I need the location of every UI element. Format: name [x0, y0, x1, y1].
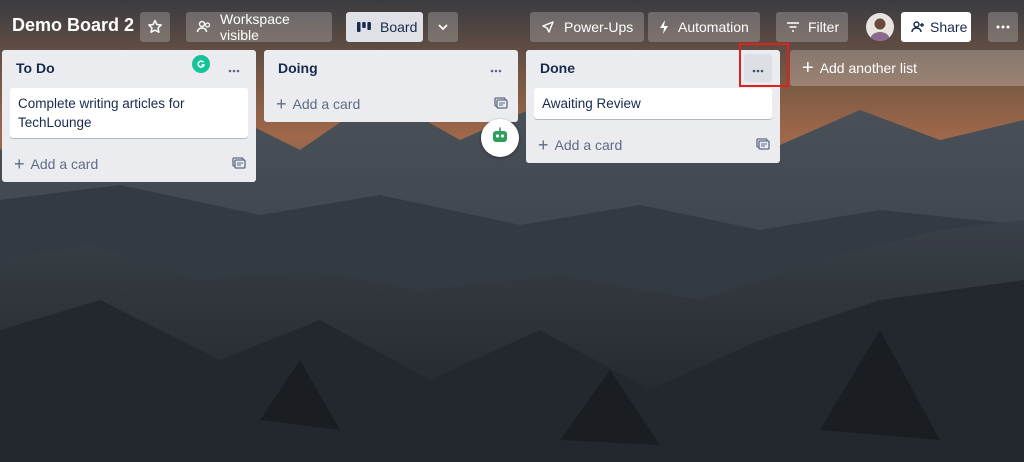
view-dropdown-button[interactable]: [428, 12, 458, 42]
filter-icon: [786, 20, 800, 34]
plus-icon: +: [14, 154, 25, 174]
member-avatar[interactable]: [866, 13, 894, 41]
plus-icon: +: [538, 135, 549, 155]
filter-label: Filter: [808, 19, 840, 35]
powerups-button[interactable]: Power-Ups: [530, 12, 644, 42]
visibility-label: Workspace visible: [220, 11, 290, 43]
plus-icon: +: [276, 94, 287, 114]
share-label: Share: [930, 19, 968, 35]
list-title[interactable]: Done: [540, 60, 575, 76]
card[interactable]: Complete writing articles for TechLounge: [10, 88, 248, 138]
card-template-icon[interactable]: [756, 137, 770, 153]
add-card-button[interactable]: + Add a card: [538, 135, 623, 155]
list-header: Doing: [264, 50, 518, 86]
plus-icon: +: [802, 57, 814, 79]
add-card-row: + Add a card: [264, 86, 518, 122]
lightning-icon: [658, 19, 670, 35]
card[interactable]: Awaiting Review: [534, 88, 772, 119]
visibility-button[interactable]: Workspace visible: [186, 11, 332, 43]
star-icon: [147, 19, 163, 35]
more-icon: [996, 25, 1010, 29]
share-button[interactable]: Share: [901, 12, 971, 42]
list-menu-button[interactable]: [220, 54, 248, 82]
people-icon: [196, 19, 212, 35]
add-card-label: Add a card: [292, 96, 361, 112]
add-card-row: + Add a card: [526, 127, 780, 163]
list-menu-button[interactable]: [482, 54, 510, 82]
star-button[interactable]: [140, 12, 170, 42]
add-list-label: Add another list: [819, 60, 917, 76]
add-card-label: Add a card: [30, 156, 99, 172]
automation-label: Automation: [678, 19, 749, 35]
add-card-button[interactable]: + Add a card: [276, 94, 361, 114]
board-title[interactable]: Demo Board 2: [12, 15, 134, 36]
list-title[interactable]: Doing: [278, 60, 318, 76]
card-template-icon[interactable]: [232, 156, 246, 172]
view-label: Board: [380, 19, 418, 35]
board-header: Demo Board 2 Workspace visible Board Pow…: [0, 0, 1024, 54]
list-to-do: To Do Complete writing articles for Tech…: [2, 50, 256, 182]
more-icon: [490, 60, 502, 76]
add-card-row: + Add a card: [2, 146, 256, 182]
list-header: To Do: [2, 50, 256, 86]
board-icon: [356, 20, 372, 34]
automation-button[interactable]: Automation: [648, 12, 760, 42]
highlight-box: [739, 43, 789, 87]
bot-badge[interactable]: [481, 119, 519, 157]
powerups-label: Power-Ups: [564, 19, 634, 35]
add-member-icon: [911, 20, 925, 34]
card-template-icon[interactable]: [494, 96, 508, 112]
add-card-button[interactable]: + Add a card: [14, 154, 99, 174]
add-card-label: Add a card: [554, 137, 623, 153]
rocket-icon: [540, 19, 556, 35]
view-switcher-button[interactable]: Board: [346, 12, 423, 42]
list-title[interactable]: To Do: [16, 60, 55, 76]
add-list-button[interactable]: + Add another list: [790, 50, 1024, 86]
board-menu-button[interactable]: [988, 12, 1018, 42]
more-icon: [228, 60, 240, 76]
chevron-down-icon: [436, 20, 450, 34]
list-doing: Doing + Add a card: [264, 50, 518, 122]
bot-icon: [490, 126, 510, 151]
grammarly-icon[interactable]: [192, 55, 210, 73]
filter-button[interactable]: Filter: [776, 12, 848, 42]
